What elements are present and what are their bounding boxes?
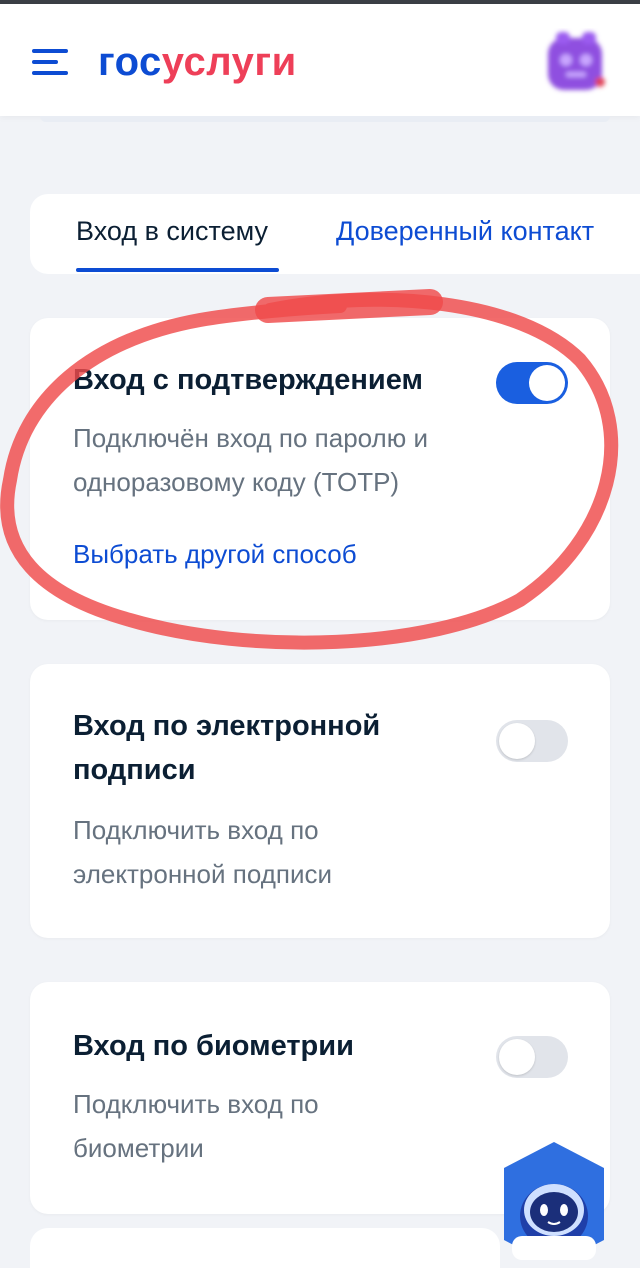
description-line: электронной подписи xyxy=(73,859,333,889)
description-line: одноразовому коду (TOTP) xyxy=(73,467,400,497)
logo-part-gos: гос xyxy=(98,40,162,84)
logo-part-uslugi: услуги xyxy=(161,40,297,84)
tab-bar: Вход в систему Доверенный контакт xyxy=(30,194,640,274)
card-description: Подключить вход по электронной подписи xyxy=(73,808,493,896)
menu-icon[interactable] xyxy=(32,47,68,77)
title-line: подписи xyxy=(73,754,196,786)
electronic-signature-card: Вход по электронной подписи Подключить в… xyxy=(30,664,610,938)
card-description: Подключить вход по биометрии xyxy=(73,1082,493,1170)
confirmation-toggle[interactable] xyxy=(496,362,568,404)
description-line: Подключить вход по xyxy=(73,1089,319,1119)
choose-other-method-link[interactable]: Выбрать другой способ xyxy=(73,534,357,574)
robot-assistant-icon[interactable] xyxy=(498,1140,610,1260)
tab-active-indicator xyxy=(76,268,279,272)
description-line: Подключить вход по xyxy=(73,815,319,845)
toggle-knob xyxy=(499,1039,535,1075)
toggle-knob xyxy=(499,723,535,759)
login-confirmation-card: Вход с подтверждением Подключён вход по … xyxy=(30,318,610,620)
description-line: биометрии xyxy=(73,1133,204,1163)
gosuslugi-logo[interactable]: госуслуги xyxy=(98,34,297,90)
tab-login[interactable]: Вход в систему xyxy=(76,216,268,247)
card-title: Вход по электронной подписи xyxy=(73,704,473,792)
signature-toggle[interactable] xyxy=(496,720,568,762)
card-title: Вход по биометрии xyxy=(73,1030,354,1062)
card-description: Подключён вход по паролю и одноразовому … xyxy=(73,416,493,504)
biometrics-toggle[interactable] xyxy=(496,1036,568,1078)
toggle-knob xyxy=(529,365,565,401)
next-card-peek xyxy=(30,1228,500,1268)
app-header: госуслуги xyxy=(0,4,640,116)
description-line: Подключён вход по паролю и xyxy=(73,423,428,453)
title-line: Вход по электронной xyxy=(73,710,381,742)
tab-trusted-contact[interactable]: Доверенный контакт xyxy=(336,216,594,247)
header-shadow xyxy=(40,116,610,122)
avatar-icon[interactable] xyxy=(540,28,612,100)
card-title: Вход с подтверждением xyxy=(73,364,423,396)
